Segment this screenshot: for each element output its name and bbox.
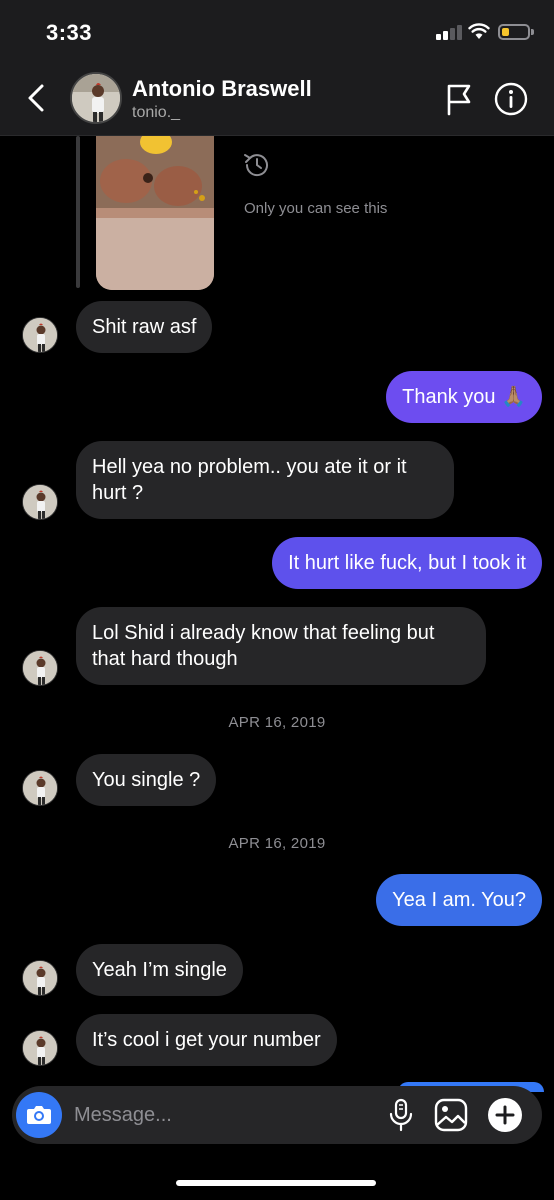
message-received[interactable]: Hell yea no problem.. you ate it or it h… xyxy=(76,441,454,519)
message-received[interactable]: Lol Shid i already know that feeling but… xyxy=(76,607,486,685)
back-chevron-icon[interactable] xyxy=(22,80,52,116)
sender-avatar[interactable] xyxy=(22,484,58,520)
message-sent[interactable]: It hurt like fuck, but I took it xyxy=(272,537,542,589)
contact-name[interactable]: Antonio Braswell xyxy=(132,76,312,102)
contact-username[interactable]: tonio._ xyxy=(132,104,180,122)
sender-avatar[interactable] xyxy=(22,960,58,996)
message-received[interactable]: It’s cool i get your number xyxy=(76,1014,337,1066)
add-button[interactable] xyxy=(488,1098,522,1132)
wifi-icon xyxy=(468,23,490,39)
camera-icon xyxy=(27,1106,51,1124)
sender-avatar[interactable] xyxy=(22,317,58,353)
contact-avatar[interactable] xyxy=(70,72,122,124)
message-input[interactable] xyxy=(74,1086,374,1144)
home-indicator xyxy=(176,1180,376,1186)
sender-avatar[interactable] xyxy=(22,650,58,686)
sender-avatar[interactable] xyxy=(22,1030,58,1066)
status-bar: 3:33 xyxy=(0,0,554,62)
status-time: 3:33 xyxy=(46,20,93,45)
message-sent[interactable]: Thank you 🙏🏽 xyxy=(386,371,542,423)
visibility-note: Only you can see this xyxy=(244,200,388,217)
message-received[interactable]: Yeah I’m single xyxy=(76,944,243,996)
sender-avatar[interactable] xyxy=(22,770,58,806)
date-separator: APR 16, 2019 xyxy=(228,835,326,852)
plus-icon xyxy=(495,1105,515,1125)
flag-icon[interactable] xyxy=(444,82,474,116)
microphone-icon[interactable] xyxy=(386,1098,416,1132)
cellular-signal-icon xyxy=(436,24,462,40)
date-separator: APR 16, 2019 xyxy=(228,714,326,731)
battery-icon xyxy=(498,24,530,40)
camera-button[interactable] xyxy=(16,1092,62,1138)
message-received[interactable]: Shit raw asf xyxy=(76,301,213,353)
history-icon xyxy=(244,154,268,177)
conversation-header: Antonio Braswell tonio._ xyxy=(0,62,554,136)
message-received[interactable]: You single ? xyxy=(76,754,217,806)
info-icon[interactable] xyxy=(494,82,528,116)
reply-line xyxy=(76,136,80,288)
message-sent[interactable]: Yea I am. You? xyxy=(376,874,542,926)
shared-photo[interactable] xyxy=(96,136,214,290)
message-composer xyxy=(12,1086,542,1144)
gallery-icon[interactable] xyxy=(434,1098,468,1132)
